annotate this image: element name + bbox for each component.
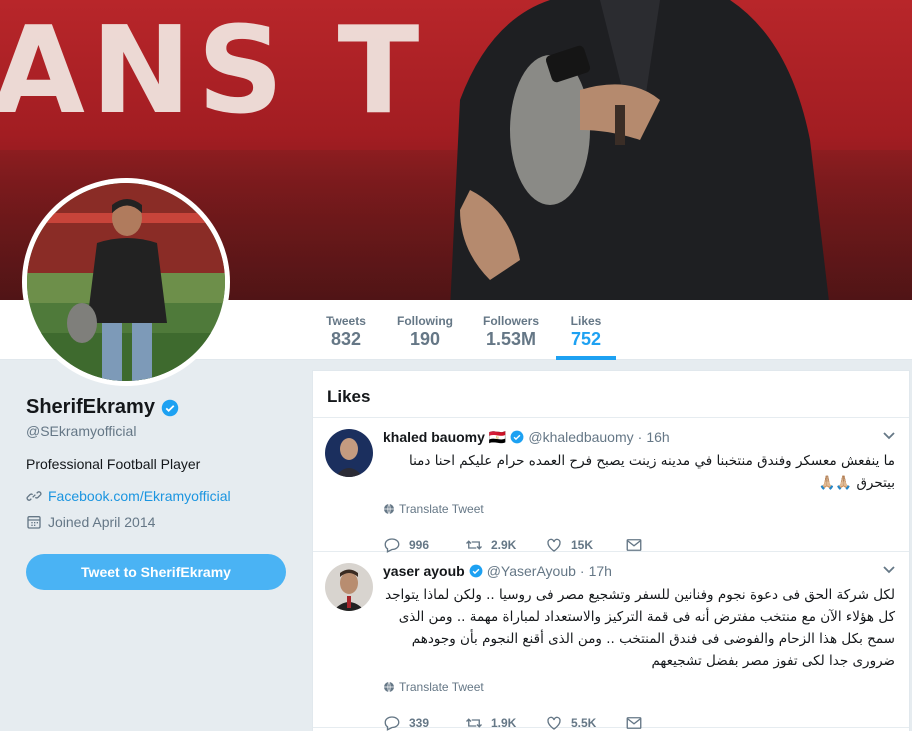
tweet-item[interactable]: yaser ayoub @YaserAyoub · 17h لكل شركة ا… <box>313 552 909 731</box>
chevron-down-icon[interactable] <box>883 566 895 574</box>
tweet-author-handle[interactable]: @YaserAyoub <box>487 563 576 579</box>
likes-timeline: Likes khaled bauomy 🇪🇬 @khaledbauomy · 1… <box>312 370 910 731</box>
direct-message-button[interactable] <box>625 714 705 731</box>
heart-icon <box>547 716 561 730</box>
reply-button[interactable]: 339 <box>383 714 465 731</box>
link-icon <box>26 491 42 501</box>
nav-following[interactable]: Following 190 <box>392 300 458 360</box>
nav-following-label: Following <box>397 314 453 328</box>
tweet-author-name[interactable]: yaser ayoub <box>383 563 465 579</box>
nav-following-count: 190 <box>409 329 441 349</box>
translate-tweet-link[interactable]: Translate Tweet <box>399 502 484 516</box>
tweet-timestamp[interactable]: 17h <box>589 563 612 579</box>
banner-text: ANS T <box>0 2 426 141</box>
retweet-count: 1.9K <box>491 716 517 730</box>
tweet-to-button[interactable]: Tweet to SherifEkramy <box>26 554 286 590</box>
tweet-item[interactable]: khaled bauomy 🇪🇬 @khaledbauomy · 16h ما … <box>313 418 909 553</box>
translate-tweet-link[interactable]: Translate Tweet <box>399 680 484 694</box>
reply-count: 339 <box>409 716 430 730</box>
calendar-icon <box>27 516 41 529</box>
nav-tweets-count: 832 <box>330 329 362 349</box>
tweet-author-handle[interactable]: @khaledbauomy <box>528 429 633 445</box>
profile-name[interactable]: SherifEkramy <box>26 396 155 419</box>
globe-icon <box>384 681 394 693</box>
like-count: 5.5K <box>571 716 597 730</box>
retweet-count: 2.9K <box>491 538 517 552</box>
nav-likes[interactable]: Likes 752 <box>556 300 616 360</box>
tweet-text: لكل شركة الحق فى دعوة نجوم وفنانين للسفر… <box>385 587 895 669</box>
like-button[interactable]: 5.5K <box>545 714 625 731</box>
nav-tweets-label: Tweets <box>326 314 366 328</box>
reply-count: 996 <box>409 538 430 552</box>
tweet-timestamp[interactable]: 16h <box>646 429 669 445</box>
nav-followers-label: Followers <box>482 314 539 328</box>
like-count: 15K <box>571 538 594 552</box>
tweet-author-avatar[interactable] <box>325 563 373 611</box>
tweet-text: ما ينفعش معسكر وفندق منتخبنا في مدينه زي… <box>408 453 895 491</box>
nav-followers-count: 1.53M <box>485 329 537 349</box>
profile-avatar[interactable] <box>22 178 230 386</box>
globe-icon <box>384 503 394 515</box>
retweet-icon <box>466 718 482 728</box>
tweet-author-name[interactable]: khaled bauomy <box>383 429 485 445</box>
nav-tweets[interactable]: Tweets 832 <box>316 300 376 360</box>
verified-badge-icon <box>510 430 524 444</box>
envelope-icon <box>626 717 642 729</box>
retweet-button[interactable]: 1.9K <box>465 714 545 731</box>
nav-likes-label: Likes <box>570 314 602 328</box>
banner-photo-person <box>450 0 829 300</box>
profile-bio: Professional Football Player <box>26 456 201 472</box>
nav-likes-count: 752 <box>570 329 602 349</box>
chevron-down-icon[interactable] <box>883 432 895 440</box>
profile-joined: Joined April 2014 <box>48 514 156 530</box>
egypt-flag-icon: 🇪🇬 <box>488 428 507 445</box>
profile-website-link[interactable]: Facebook.com/Ekramyofficial <box>48 488 231 504</box>
avatar-photo <box>27 183 225 381</box>
profile-card: SherifEkramy @SEkramyofficial Profession… <box>26 396 288 590</box>
verified-badge-icon <box>469 564 483 578</box>
timeline-title: Likes <box>313 371 909 418</box>
verified-badge-icon <box>161 399 179 416</box>
tweet-author-avatar[interactable] <box>325 429 373 477</box>
nav-followers[interactable]: Followers 1.53M <box>478 300 544 360</box>
reply-icon <box>384 716 400 731</box>
profile-handle[interactable]: @SEkramyofficial <box>26 423 288 439</box>
